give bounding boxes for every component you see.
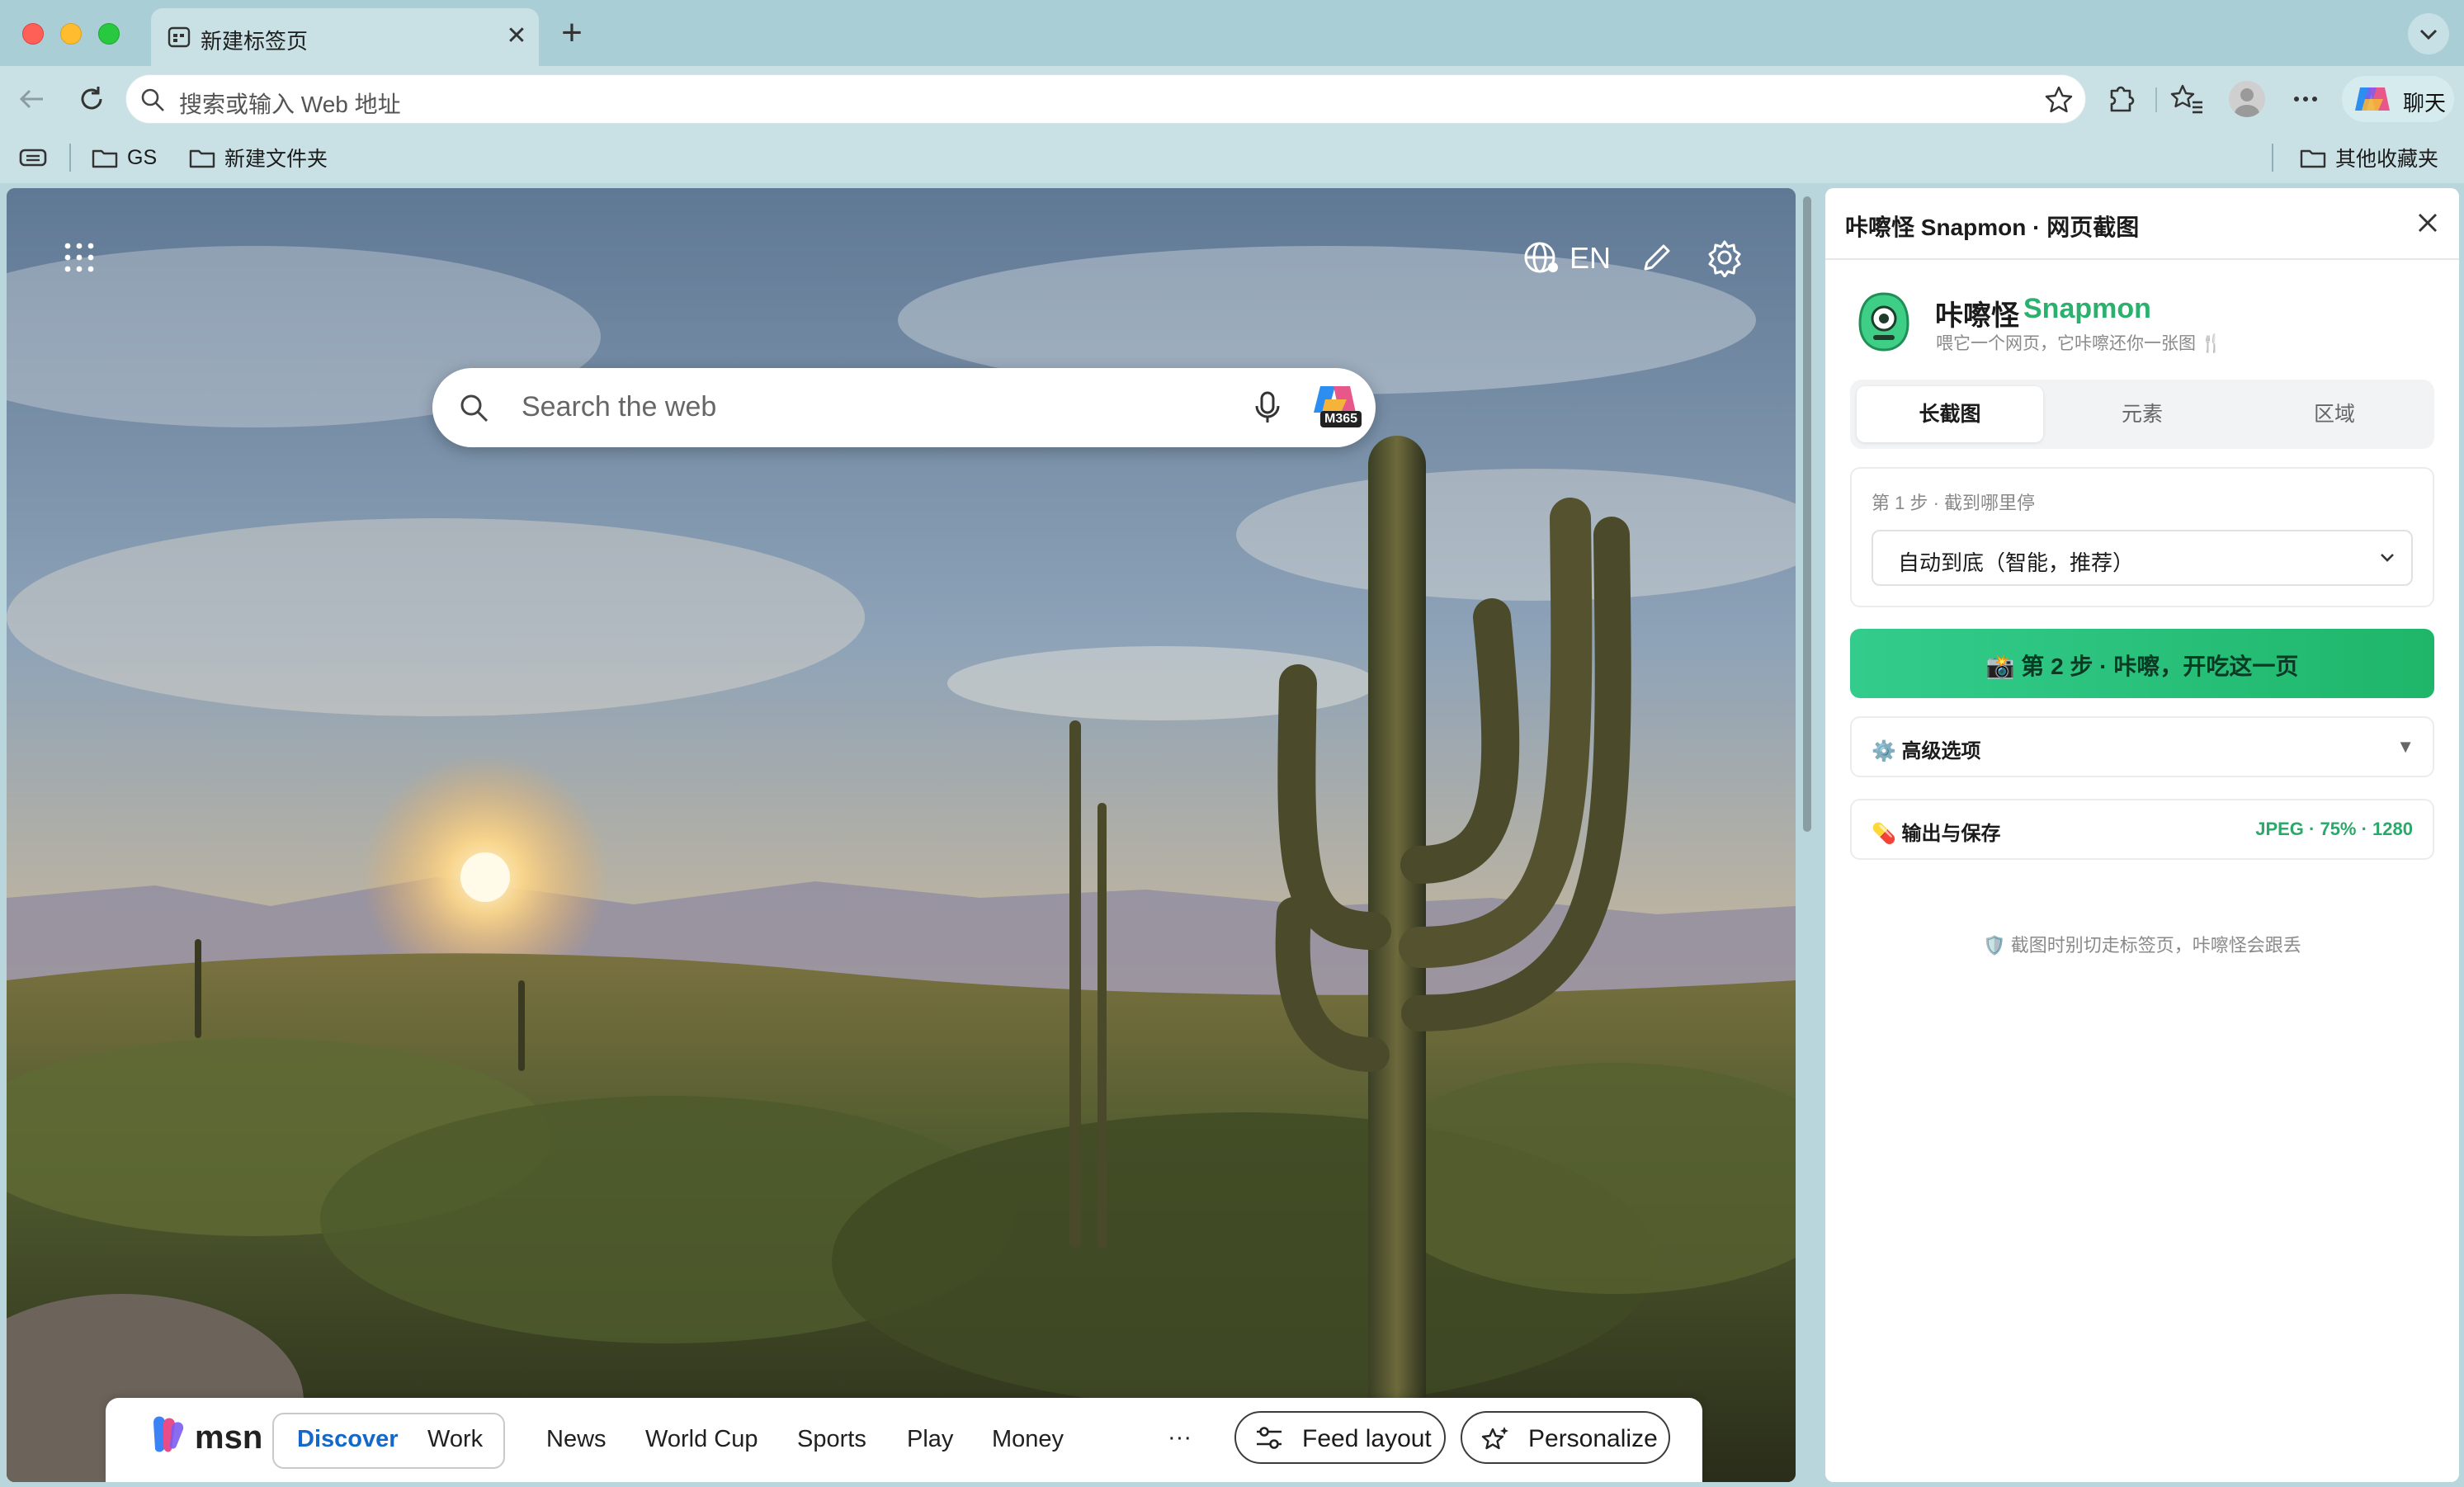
search-icon: [460, 394, 489, 422]
bookmark-label: GS: [127, 145, 158, 169]
globe-language-icon[interactable]: [1522, 238, 1561, 277]
language-label[interactable]: EN: [1570, 241, 1611, 276]
chevron-down-icon: [2419, 29, 2438, 40]
output-format-summary: JPEG · 75% · 1280: [2255, 819, 2413, 839]
tab-close-button[interactable]: ✕: [502, 21, 531, 51]
copilot-icon: [2355, 87, 2390, 111]
extensions-icon[interactable]: [2100, 79, 2140, 119]
apps-launcher-icon[interactable]: [59, 238, 99, 277]
chevron-down-icon: [2381, 554, 2394, 562]
snapmon-mascot-icon: [1858, 292, 1909, 352]
search-placeholder: Search the web: [522, 391, 717, 422]
brand-tagline: 喂它一个网页，它咔嚓还你一张图 🍴: [1936, 334, 2222, 353]
minimize-window-button[interactable]: [60, 23, 82, 45]
nav-sports[interactable]: Sports: [797, 1426, 866, 1453]
advanced-options-label: ⚙️ 高级选项: [1872, 740, 1981, 762]
address-placeholder: 搜索或输入 Web 地址: [179, 92, 401, 117]
bookmark-folder-new[interactable]: 新建文件夹: [188, 144, 328, 172]
tab-actions-button[interactable]: [2408, 13, 2449, 54]
panel-divider: [1825, 258, 2459, 260]
tab-discover[interactable]: Discover: [297, 1426, 399, 1453]
bookmark-label: 新建文件夹: [224, 148, 328, 171]
brand-name-en: Snapmon: [2023, 293, 2151, 324]
favorites-icon[interactable]: [2168, 79, 2207, 119]
back-button[interactable]: [13, 80, 51, 118]
profile-avatar[interactable]: [2229, 81, 2265, 117]
feed-layout-button[interactable]: Feed layout: [1234, 1411, 1446, 1464]
tab-title: 新建标签页: [201, 29, 309, 54]
collections-icon[interactable]: [18, 145, 48, 170]
mode-long-screenshot[interactable]: 长截图: [1857, 386, 2043, 442]
personalize-label: Personalize: [1528, 1425, 1658, 1452]
close-window-button[interactable]: [22, 23, 44, 45]
web-search-box[interactable]: Search the web M365: [432, 368, 1376, 447]
sliders-icon: [1257, 1427, 1282, 1449]
nav-world-cup[interactable]: World Cup: [645, 1426, 758, 1453]
new-tab-page: EN Search the web M365 msn Discover Work…: [7, 188, 1796, 1482]
tab-work[interactable]: Work: [427, 1426, 483, 1453]
browser-toolbar: 搜索或输入 Web 地址 聊天: [0, 66, 2464, 132]
capture-button-label: 📸 第 2 步 · 咔嚓，开吃这一页: [1985, 654, 2299, 679]
bookmark-label: 其他收藏夹: [2335, 148, 2439, 171]
output-save-row[interactable]: 💊 输出与保存 JPEG · 75% · 1280: [1850, 799, 2434, 860]
tab-strip: 新建标签页 ✕ +: [0, 0, 2464, 66]
caret-down-icon: ▼: [2396, 736, 2414, 757]
m365-copilot-button[interactable]: M365: [1312, 383, 1363, 432]
refresh-button[interactable]: [73, 80, 111, 118]
advanced-options-row[interactable]: ⚙️ 高级选项 ▼: [1850, 716, 2434, 777]
new-tab-page-icon: [168, 26, 191, 48]
mode-element[interactable]: 元素: [2049, 386, 2235, 442]
folder-icon: [2300, 149, 2326, 168]
other-favorites-folder[interactable]: 其他收藏夹: [2299, 144, 2438, 172]
scrollbar-thumb[interactable]: [1803, 196, 1811, 832]
snapmon-side-panel: 咔嚓怪 Snapmon · 网页截图 咔嚓怪 Snapmon 喂它一个网页，它咔…: [1825, 188, 2459, 1482]
folder-icon: [92, 149, 118, 168]
page-scrollbar[interactable]: [1801, 193, 1813, 1480]
nav-news[interactable]: News: [546, 1426, 607, 1453]
bookmarks-bar: GS 新建文件夹 其他收藏夹: [0, 132, 2464, 183]
settings-gear-icon[interactable]: [1705, 238, 1744, 277]
personalize-button[interactable]: Personalize: [1461, 1411, 1670, 1464]
side-panel-title: 咔嚓怪 Snapmon · 网页截图: [1845, 215, 2140, 240]
more-nav-button[interactable]: ···: [1168, 1424, 1192, 1452]
capture-page-button[interactable]: 📸 第 2 步 · 咔嚓，开吃这一页: [1850, 629, 2434, 698]
search-icon: [141, 88, 164, 111]
msn-feed-bar: msn Discover Work News World Cup Sports …: [106, 1398, 1702, 1482]
star-sparkle-icon: [1481, 1427, 1508, 1450]
address-bar[interactable]: 搜索或输入 Web 地址: [125, 74, 2086, 124]
favorite-star-icon[interactable]: [2044, 85, 2074, 115]
bookmark-folder-gs[interactable]: GS: [91, 144, 157, 172]
output-save-label: 💊 输出与保存: [1872, 823, 2001, 845]
bookmark-divider: [2272, 144, 2273, 172]
bookmark-divider: [69, 144, 71, 172]
toolbar-divider: [2155, 87, 2157, 112]
stop-mode-select[interactable]: 自动到底（智能，推荐）: [1872, 530, 2413, 586]
msn-wordmark: msn: [195, 1419, 263, 1456]
more-menu-icon[interactable]: [2286, 79, 2325, 119]
nav-play[interactable]: Play: [907, 1426, 953, 1453]
stop-mode-value: 自动到底（智能，推荐）: [1898, 550, 2135, 575]
msn-logo-icon[interactable]: [147, 1413, 196, 1462]
tab-new-tab[interactable]: 新建标签页 ✕: [151, 8, 539, 66]
zoom-window-button[interactable]: [98, 23, 120, 45]
folder-icon: [189, 149, 215, 168]
capture-mode-switch: 长截图 元素 区域: [1850, 380, 2434, 449]
user-icon: [2235, 88, 2259, 117]
copilot-label: 聊天: [2403, 91, 2447, 116]
close-icon[interactable]: [2410, 205, 2446, 241]
m365-badge: M365: [1320, 411, 1362, 427]
nav-money[interactable]: Money: [992, 1426, 1064, 1453]
step1-card: 第 1 步 · 截到哪里停 自动到底（智能，推荐）: [1850, 467, 2434, 607]
panel-footnote: 🛡️ 截图时别切走标签页，咔嚓怪会跟丢: [1983, 935, 2301, 956]
feed-layout-label: Feed layout: [1302, 1425, 1432, 1452]
new-tab-button[interactable]: +: [553, 15, 591, 53]
mode-region[interactable]: 区域: [2241, 386, 2428, 442]
brand-name-cn: 咔嚓怪: [1935, 300, 2019, 332]
step1-label: 第 1 步 · 截到哪里停: [1872, 493, 2036, 513]
copilot-chat-button[interactable]: 聊天: [2342, 76, 2454, 122]
microphone-icon[interactable]: [1248, 388, 1287, 427]
edit-pencil-icon[interactable]: [1637, 238, 1677, 277]
